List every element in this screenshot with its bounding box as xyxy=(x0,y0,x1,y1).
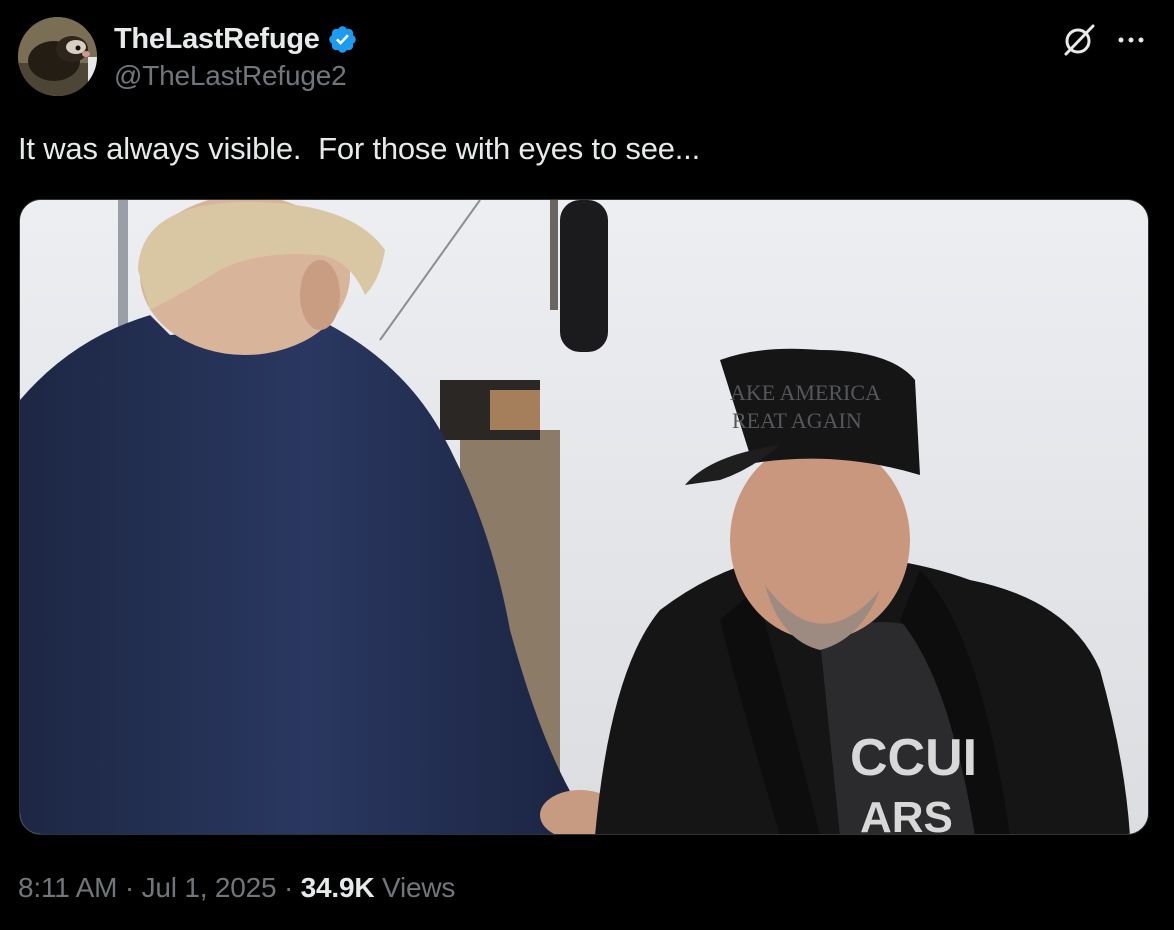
more-options-icon[interactable] xyxy=(1113,26,1149,54)
tweet-photo[interactable]: AKE AMERICA REAT AGAIN CCUI ARS xyxy=(19,199,1149,835)
cap-text-line2: REAT AGAIN xyxy=(732,408,862,433)
avatar-image xyxy=(18,17,97,96)
photo-content: AKE AMERICA REAT AGAIN CCUI ARS xyxy=(20,200,1148,835)
shirt-text-line1: CCUI xyxy=(850,729,977,787)
shirt-text-line2: ARS xyxy=(860,793,953,835)
tweet-meta: 8:11 AM · Jul 1, 2025 · 34.9K Views xyxy=(18,872,455,904)
meta-separator: · xyxy=(276,872,301,903)
tweet-date[interactable]: Jul 1, 2025 xyxy=(142,872,277,903)
cap-text-line1: AKE AMERICA xyxy=(730,380,881,405)
meta-separator: · xyxy=(117,872,142,903)
tweet-text: It was always visible. For those with ey… xyxy=(18,131,701,166)
avatar[interactable] xyxy=(18,17,97,96)
author-name-row[interactable]: TheLastRefuge xyxy=(114,20,358,58)
author-display-name[interactable]: TheLastRefuge xyxy=(114,23,320,56)
grok-icon[interactable] xyxy=(1062,23,1096,57)
tweet-time[interactable]: 8:11 AM xyxy=(18,872,117,903)
author-handle[interactable]: @TheLastRefuge2 xyxy=(114,60,347,92)
views-label: Views xyxy=(381,872,456,903)
views-count: 34.9K xyxy=(300,872,375,903)
verified-badge-icon[interactable] xyxy=(327,24,358,55)
